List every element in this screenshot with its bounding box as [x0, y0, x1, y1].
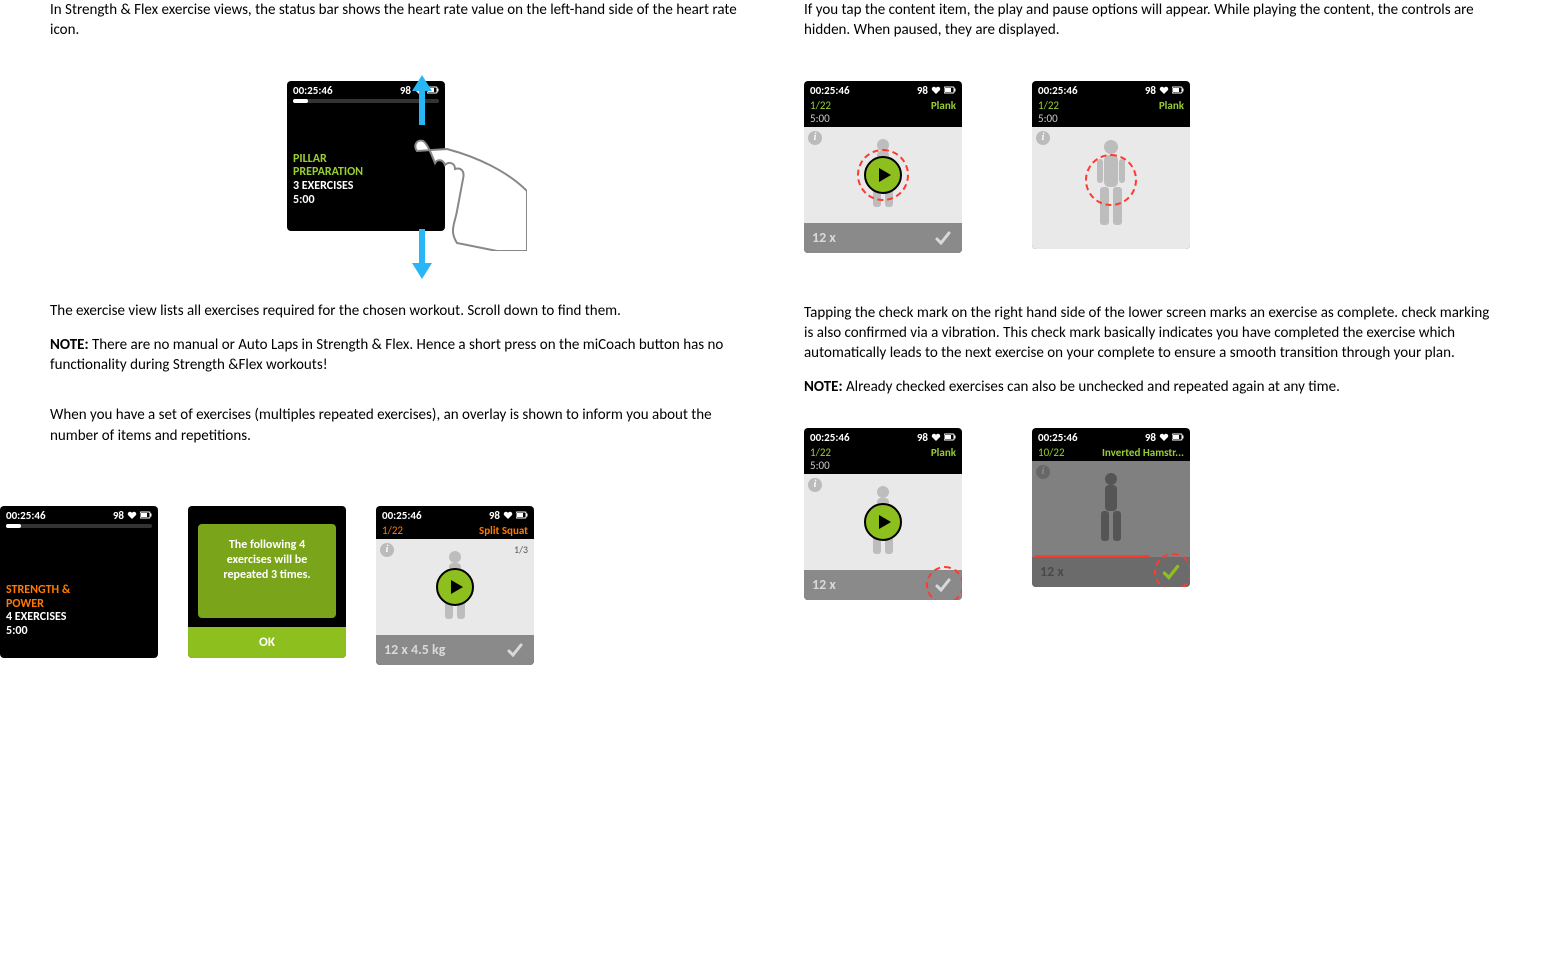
exercise-content[interactable]: i: [804, 474, 962, 570]
footer-reps: 12 x: [812, 576, 836, 593]
plank-name: Plank: [931, 446, 956, 459]
device-strength-power: 00:25:46 98 STRENGTH & POWER 4 EXERCISES…: [0, 506, 158, 658]
overlay-message: The following 4 exercises will be repeat…: [198, 524, 336, 618]
info-icon[interactable]: i: [1036, 131, 1050, 145]
strength-line1: STRENGTH &: [6, 584, 152, 598]
right-column: If you tap the content item, the play an…: [804, 0, 1498, 971]
heart-icon: [503, 510, 513, 520]
status-hr: 98: [400, 84, 411, 97]
status-hr: 98: [1145, 431, 1156, 444]
pillar-line1: PILLAR: [293, 153, 439, 167]
heart-icon: [1159, 432, 1169, 442]
left-p3: When you have a set of exercises (multip…: [50, 405, 744, 446]
info-icon[interactable]: i: [380, 543, 394, 557]
figure-play-pause-row: 00:25:46 98 1/22 Plank 5:00 i: [804, 81, 1498, 253]
exercise-content[interactable]: i: [1032, 461, 1190, 557]
checkmark-icon[interactable]: [932, 574, 954, 596]
plank-time: 5:00: [1032, 112, 1190, 127]
checkmark-icon[interactable]: [932, 227, 954, 249]
status-time: 00:25:46: [293, 84, 333, 97]
exercise-figure-icon: [1091, 135, 1131, 235]
play-icon[interactable]: [864, 156, 902, 194]
inverted-index: 10/22: [1038, 446, 1065, 459]
right-note: NOTE: Already checked exercises can also…: [804, 377, 1498, 397]
battery-icon: [944, 86, 956, 94]
battery-icon: [944, 433, 956, 441]
figure-overlay-row: 00:25:46 98 STRENGTH & POWER 4 EXERCISES…: [0, 506, 744, 665]
footer-reps: 12 x 4.5 kg: [384, 641, 445, 658]
scroll-arrow-up-icon: [419, 89, 425, 125]
note-label: NOTE:: [50, 336, 89, 354]
split-name: Split Squat: [479, 524, 528, 537]
strength-line4: 5:00: [6, 625, 152, 639]
status-time: 00:25:46: [1038, 84, 1078, 97]
device-plank-paused: 00:25:46 98 1/22 Plank 5:00 i: [1032, 81, 1190, 249]
status-hr: 98: [489, 509, 500, 522]
inverted-name: Inverted Hamstr...: [1102, 446, 1184, 459]
exercise-content[interactable]: i 1/3: [376, 539, 534, 635]
device-split-squat: 00:25:46 98 1/22 Split Squat i 1/3: [376, 506, 534, 665]
device-overlay-popup: The following 4 exercises will be repeat…: [188, 506, 346, 658]
right-p2: Tapping the check mark on the right hand…: [804, 303, 1498, 364]
left-p1: In Strength & Flex exercise views, the s…: [50, 0, 744, 41]
right-note-text: Already checked exercises can also be un…: [843, 378, 1340, 396]
device-plank-check: 00:25:46 98 1/22 Plank 5:00 i: [804, 428, 962, 600]
figure-scroll-gesture: 00:25:46 98 PILLAR: [50, 61, 744, 271]
note-label: NOTE:: [804, 378, 843, 396]
status-time: 00:25:46: [6, 509, 46, 522]
plank-index: 1/22: [810, 99, 831, 112]
right-p1: If you tap the content item, the play an…: [804, 0, 1498, 41]
play-icon[interactable]: [864, 503, 902, 541]
status-hr: 98: [917, 84, 928, 97]
footer-reps: 12 x: [1040, 563, 1064, 580]
info-icon[interactable]: i: [1036, 465, 1050, 479]
plank-time: 5:00: [804, 459, 962, 474]
heart-icon: [1159, 85, 1169, 95]
battery-icon: [140, 511, 152, 519]
overlay-ok-button[interactable]: OK: [188, 627, 346, 658]
pillar-line2: PREPARATION: [293, 166, 439, 180]
status-hr: 98: [1145, 84, 1156, 97]
battery-icon: [1172, 433, 1184, 441]
pillar-line3: 3 EXERCISES: [293, 180, 439, 194]
status-hr: 98: [113, 509, 124, 522]
status-time: 00:25:46: [810, 84, 850, 97]
info-icon[interactable]: i: [808, 131, 822, 145]
checkmark-icon[interactable]: [504, 639, 526, 661]
strength-line3: 4 EXERCISES: [6, 611, 152, 625]
exercise-content[interactable]: i: [1032, 127, 1190, 249]
status-time: 00:25:46: [1038, 431, 1078, 444]
status-hr: 98: [917, 431, 928, 444]
heart-icon: [931, 432, 941, 442]
plank-index: 1/22: [810, 446, 831, 459]
heart-icon: [931, 85, 941, 95]
device-plank-play: 00:25:46 98 1/22 Plank 5:00 i: [804, 81, 962, 253]
plank-index: 1/22: [1038, 99, 1059, 112]
play-icon[interactable]: [436, 568, 474, 606]
device-inverted-hamstring: 00:25:46 98 10/22 Inverted Hamstr... i: [1032, 428, 1190, 587]
figure-check-row: 00:25:46 98 1/22 Plank 5:00 i: [804, 428, 1498, 600]
plank-name: Plank: [931, 99, 956, 112]
status-time: 00:25:46: [810, 431, 850, 444]
heart-icon: [127, 510, 137, 520]
split-index: 1/22: [382, 524, 403, 537]
left-note: NOTE: There are no manual or Auto Laps i…: [50, 335, 744, 376]
exercise-figure-icon: [1091, 469, 1131, 549]
status-time: 00:25:46: [382, 509, 422, 522]
left-note-text: There are no manual or Auto Laps in Stre…: [50, 336, 723, 374]
checkmark-icon[interactable]: [1160, 561, 1182, 583]
footer-reps: 12 x: [812, 229, 836, 246]
info-icon[interactable]: i: [808, 478, 822, 492]
plank-time: 5:00: [804, 112, 962, 127]
battery-icon: [516, 511, 528, 519]
plank-name: Plank: [1159, 99, 1184, 112]
battery-icon: [1172, 86, 1184, 94]
pillar-line4: 5:00: [293, 194, 439, 208]
left-column: In Strength & Flex exercise views, the s…: [50, 0, 744, 971]
strength-line2: POWER: [6, 598, 152, 612]
rep-counter: 1/3: [514, 543, 528, 556]
exercise-content[interactable]: i: [804, 127, 962, 223]
left-p2: The exercise view lists all exercises re…: [50, 301, 744, 321]
scroll-arrow-down-icon: [419, 229, 425, 265]
